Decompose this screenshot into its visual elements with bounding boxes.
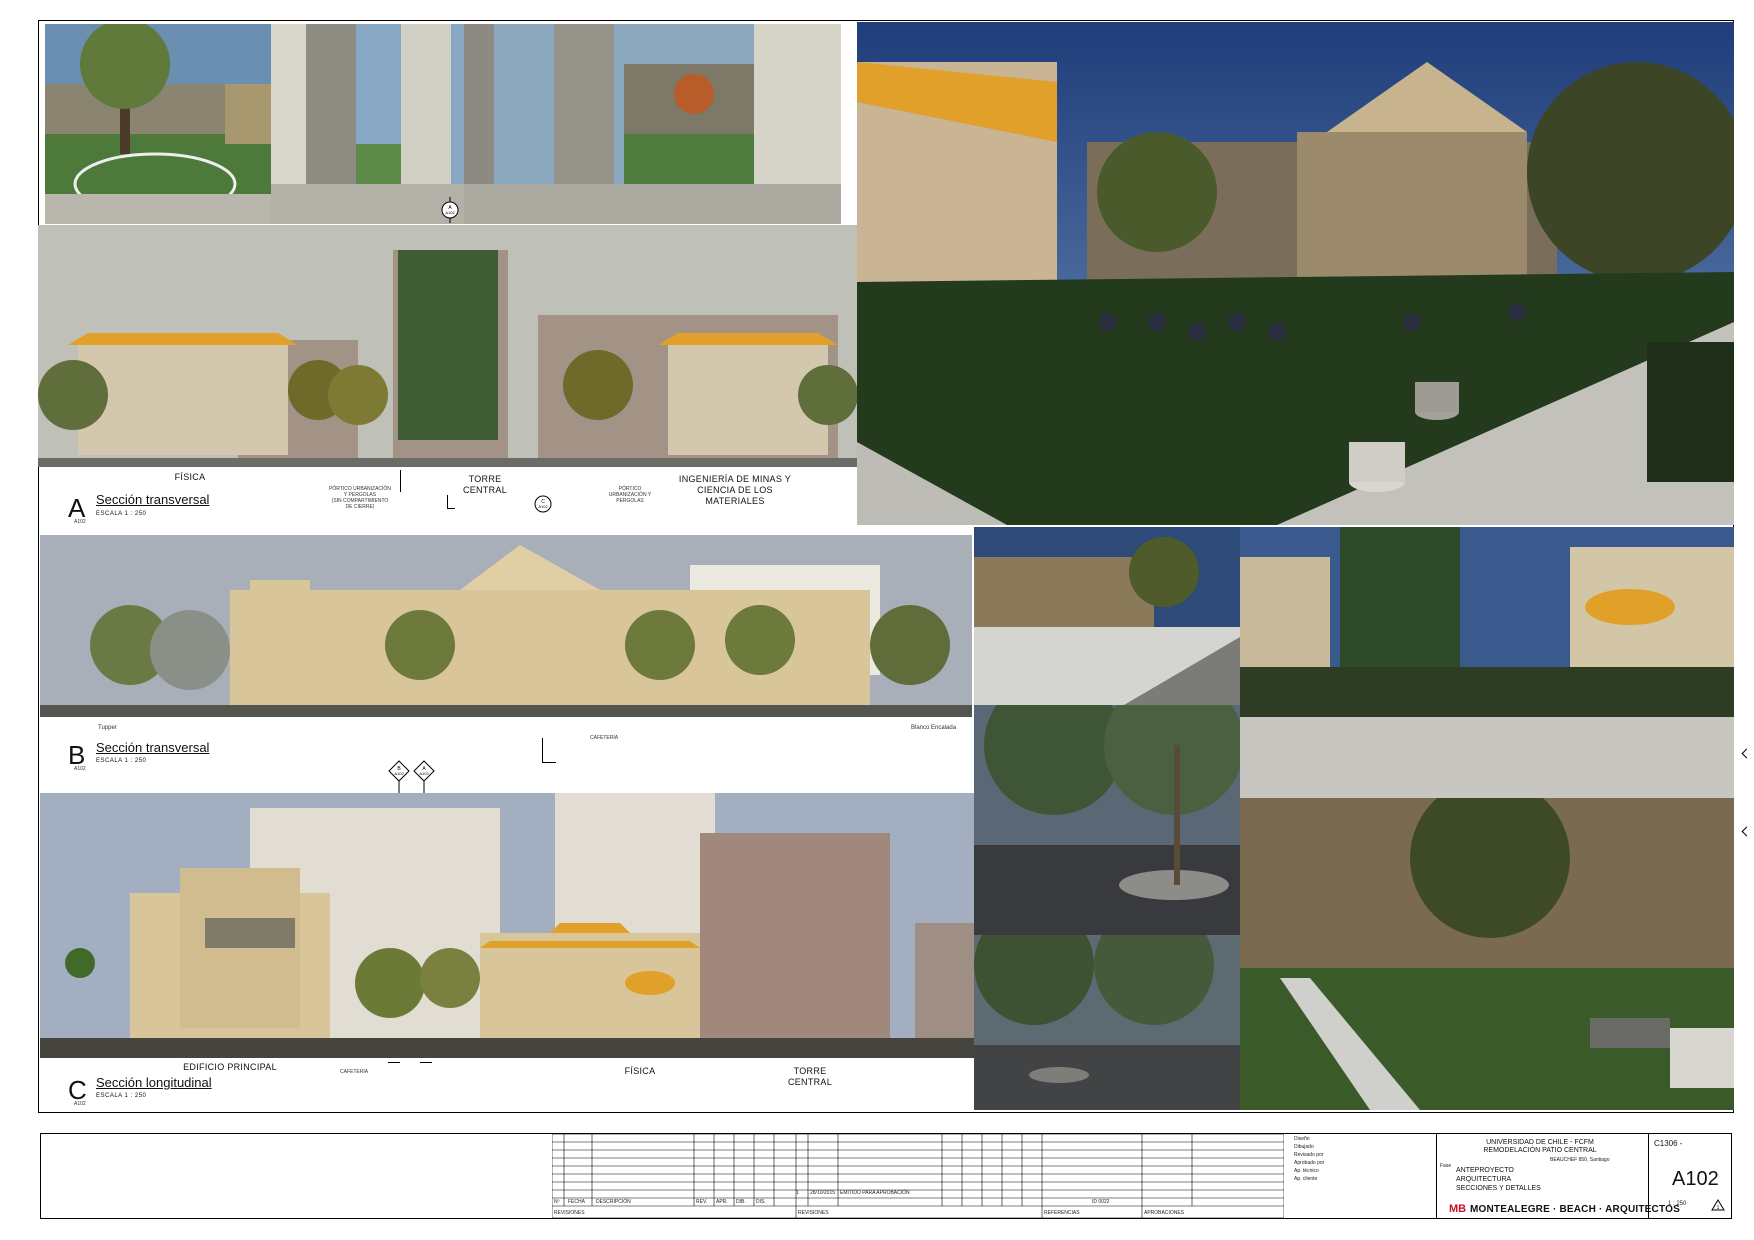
tb-referencias: REFERENCIAS — [1044, 1210, 1080, 1216]
tb-detail-3: SECCIONES Y DETALLES — [1456, 1185, 1541, 1192]
tb-revisiones-2: REVISIONES — [798, 1210, 829, 1216]
tb-rev-n: 1 — [796, 1190, 799, 1196]
tb-scale: 1 : 250 — [1668, 1201, 1687, 1207]
tb-col-rev: REV. — [696, 1199, 708, 1205]
tb-revisiones: REVISIONES — [554, 1210, 585, 1216]
tb-phase-label: Fase — [1440, 1163, 1452, 1169]
tb-client: UNIVERSIDAD DE CHILE - FCFM — [1486, 1139, 1594, 1146]
section-a-leader — [400, 470, 401, 492]
tb-col-n: Nº — [554, 1199, 560, 1205]
tb-sheet-number: A102 — [1672, 1168, 1719, 1190]
section-c-cut-mark-1 — [388, 1062, 400, 1063]
section-marker-c-mid: C A102 — [533, 493, 553, 520]
margin-tick-1 — [1741, 748, 1752, 759]
tb-team-aprobado-3: Ap. cliente — [1294, 1176, 1318, 1182]
tb-col-dib: DIB. — [736, 1199, 746, 1205]
section-b-title: Sección transversal — [96, 740, 210, 755]
section-a-elevation — [38, 225, 863, 467]
render-patio-view-2 — [271, 24, 471, 224]
tb-col-descripcion: DESCRIPCIÓN — [596, 1199, 631, 1205]
tb-team-aprobado-2: Ap. técnico — [1294, 1168, 1319, 1174]
render-tree-grove-2 — [974, 935, 1240, 1110]
tb-detail-2: ARQUITECTURA — [1456, 1176, 1512, 1183]
section-a-scale: ESCALA 1 : 250 — [96, 511, 147, 517]
svg-text:A102: A102 — [445, 210, 455, 215]
tb-col-fecha: FECHA — [568, 1199, 585, 1205]
section-b-label-cafeteria: CAFETERÍA — [590, 735, 619, 741]
section-b-elevation — [40, 535, 972, 717]
section-c-code: A102 — [74, 1101, 86, 1107]
render-tree-grove-1 — [974, 705, 1240, 935]
section-b-scale: ESCALA 1 : 250 — [96, 758, 147, 764]
section-b-cut-mark — [542, 738, 543, 763]
tb-rev-fecha: 28/10/2015 — [810, 1190, 836, 1196]
tb-team-diseno: Diseño — [1294, 1136, 1310, 1142]
section-a-cut-mark — [447, 495, 448, 509]
svg-text:A102: A102 — [394, 771, 404, 776]
section-c-scale: ESCALA 1 : 250 — [96, 1093, 147, 1099]
tb-team-dibujado: Dibujado — [1294, 1144, 1314, 1150]
section-b-code: A102 — [74, 766, 86, 772]
tb-project-no: C1306 - — [1654, 1139, 1683, 1148]
tb-rev-descripcion: EMITIDO PARA APROBACIÓN — [840, 1190, 910, 1196]
section-b-label-left: Tupper — [98, 725, 117, 731]
section-c-cut-mark-2 — [420, 1062, 432, 1063]
tb-project: REMODELACIÓN PATIO CENTRAL — [1483, 1147, 1597, 1154]
section-c-title: Sección longitudinal — [96, 1075, 212, 1090]
section-a-note-portico-left: PÓRTICO URBANIZACIÓN Y PERGOLAS (SIN COM… — [329, 486, 391, 510]
svg-text:1: 1 — [1717, 1205, 1720, 1211]
section-c-label-cafeteria: CAFETERÍA — [340, 1069, 369, 1075]
section-a-note-portico-right: PÓRTICO URBANIZACIÓN Y PERGOLAS — [608, 486, 652, 504]
tb-divider-1 — [1436, 1134, 1437, 1218]
section-a-title: Sección transversal — [96, 492, 210, 507]
tb-address: BEAUCHEF 850, Santiago — [1550, 1157, 1610, 1163]
section-c-elevation — [40, 793, 990, 1058]
section-marker-a-top: A A102 — [440, 197, 460, 228]
render-plaza-view-2 — [1240, 527, 1734, 798]
svg-text:A102: A102 — [419, 771, 429, 776]
tb-team-revisado: Revisado por — [1294, 1152, 1324, 1158]
section-c-label-torre: TORRE CENTRAL — [787, 1066, 833, 1087]
section-a-label-fisica: FÍSICA — [174, 472, 206, 482]
tb-col-dis: DIS. — [756, 1199, 766, 1205]
tb-detail-1: ANTEPROYECTO — [1456, 1167, 1514, 1174]
tb-col-apr: APR. — [716, 1199, 728, 1205]
firm-logo: MB — [1449, 1203, 1467, 1215]
tb-firm: MONTEALEGRE · BEACH · ARQUITECTOS — [1470, 1204, 1680, 1215]
tb-team-aprobado: Aprobado por — [1294, 1160, 1325, 1166]
tb-referencias-id: ID 0022 — [1092, 1199, 1110, 1205]
render-plaza-view-1 — [974, 527, 1240, 705]
svg-text:A102: A102 — [538, 504, 548, 509]
section-a-label-ingenieria: INGENIERÍA DE MINAS Y CIENCIA DE LOS MAT… — [678, 474, 792, 506]
section-a-cut-mark-foot — [447, 508, 455, 509]
tb-revision-triangle: 1 — [1711, 1198, 1725, 1216]
section-c-label-fisica: FÍSICA — [624, 1066, 656, 1076]
render-patio-view-3 — [464, 24, 841, 224]
tb-aprobaciones: APROBACIONES — [1144, 1210, 1185, 1216]
section-c-label-principal: EDIFICIO PRINCIPAL — [183, 1062, 277, 1072]
render-patio-view-1 — [45, 24, 271, 224]
section-a-label-torre: TORRE CENTRAL — [462, 474, 508, 495]
render-building-terrace — [1240, 798, 1734, 1110]
margin-tick-2 — [1741, 826, 1752, 837]
section-a-code: A102 — [74, 519, 86, 525]
render-main-courtyard — [857, 22, 1734, 525]
section-b-cut-mark-foot — [542, 762, 556, 763]
section-b-label-right: Blanco Encalada — [911, 725, 957, 731]
title-block-revision-grid — [552, 1134, 1284, 1218]
